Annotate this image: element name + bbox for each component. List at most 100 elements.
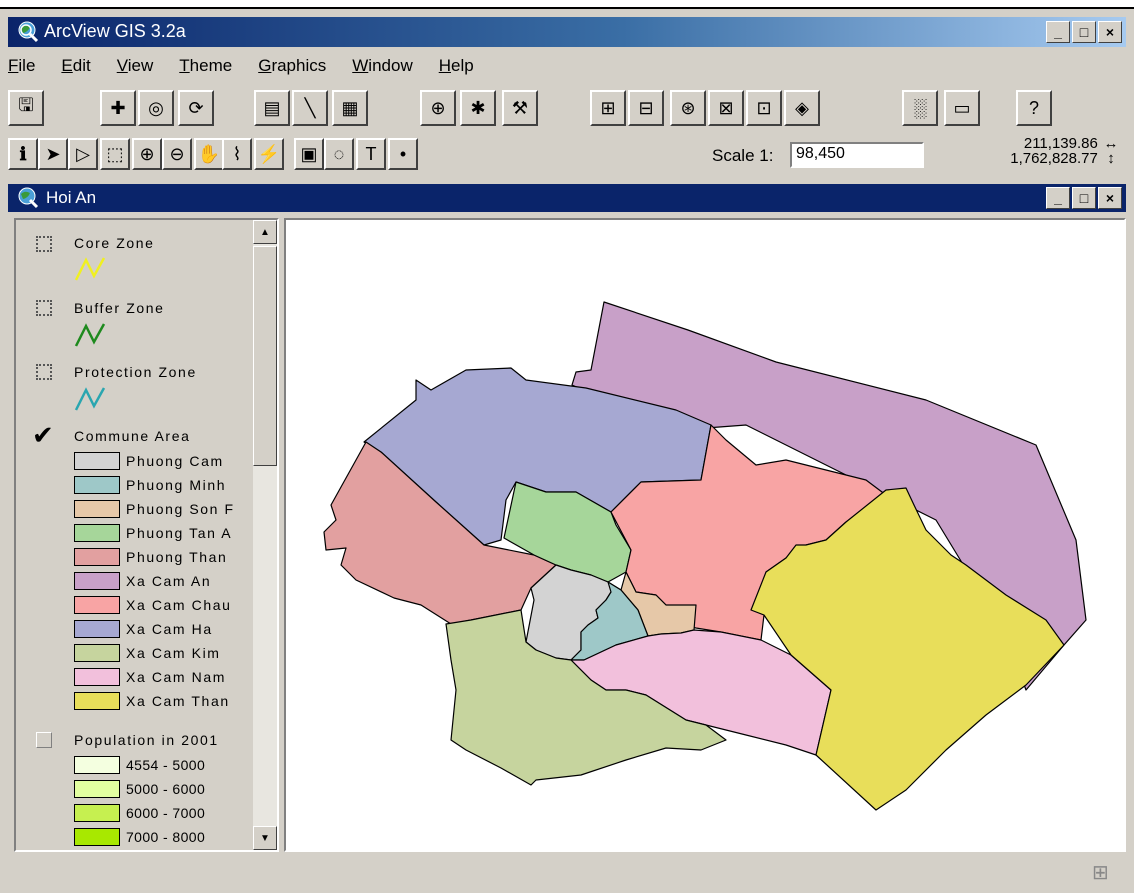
legend-label: Phuong Than	[126, 549, 228, 565]
legend-label: Xa Cam An	[126, 573, 212, 589]
buffer-zone-line	[74, 323, 106, 347]
find-icon[interactable]: ⊕	[420, 90, 456, 126]
legend-swatch	[74, 804, 120, 822]
legend-label: Xa Cam Nam	[126, 669, 227, 685]
theme-visibility-checkbox[interactable]	[36, 364, 52, 380]
text-icon[interactable]: T	[356, 138, 386, 170]
zoom-full-icon[interactable]: ⊞	[590, 90, 626, 126]
query-builder-icon[interactable]: ⚒	[502, 90, 538, 126]
area-of-interest-icon[interactable]: ▣	[294, 138, 324, 170]
legend-swatch	[74, 476, 120, 494]
view-maximize-button[interactable]: □	[1072, 187, 1096, 209]
window-resize-grip-icon[interactable]: ⊞	[1092, 863, 1114, 883]
legend-label: 7000 - 8000	[126, 829, 206, 845]
minimize-button[interactable]: _	[1046, 21, 1070, 43]
layout-icon[interactable]: ▭	[944, 90, 980, 126]
menu-window[interactable]: Window	[352, 56, 412, 82]
legend-label: Xa Cam Chau	[126, 597, 232, 613]
help-icon[interactable]: ?	[1016, 90, 1052, 126]
legend-label: 6000 - 7000	[126, 805, 206, 821]
maximize-button[interactable]: □	[1072, 21, 1096, 43]
legend-class: 5000 - 6000	[74, 780, 274, 800]
pan-icon[interactable]: ✋	[194, 138, 224, 170]
legend-swatch	[74, 548, 120, 566]
zoom-previous-icon[interactable]: ◈	[784, 90, 820, 126]
legend-class: Xa Cam Than	[74, 692, 274, 712]
zoom-in-icon[interactable]: ⊕	[132, 138, 162, 170]
save-icon[interactable]: 🖫	[8, 90, 44, 126]
legend-swatch	[74, 620, 120, 638]
edit-legend-icon[interactable]: ╲	[292, 90, 328, 126]
view-properties-icon[interactable]: ▤	[254, 90, 290, 126]
view-minimize-button[interactable]: _	[1046, 187, 1070, 209]
open-table-icon[interactable]: ▦	[332, 90, 368, 126]
horizontal-arrow-icon: ↔	[1103, 135, 1119, 152]
menu-view[interactable]: View	[117, 56, 154, 82]
legend-swatch	[74, 572, 120, 590]
close-button[interactable]: ×	[1098, 21, 1122, 43]
legend-label: 4554 - 5000	[126, 757, 206, 773]
scroll-up-arrow-icon[interactable]: ▲	[253, 220, 277, 244]
theme-name: Buffer Zone	[74, 300, 165, 316]
pointer-icon[interactable]: ➤	[38, 138, 68, 170]
scroll-thumb[interactable]	[253, 246, 277, 466]
draw-point-icon[interactable]: •	[388, 138, 418, 170]
theme-visibility-checkbox[interactable]	[36, 300, 52, 316]
menu-theme[interactable]: Theme	[179, 56, 232, 82]
menu-edit[interactable]: Edit	[61, 56, 90, 82]
arcview-globe-icon	[18, 21, 39, 43]
scroll-down-arrow-icon[interactable]: ▼	[253, 826, 277, 850]
arcview-window: ArcView GIS 3.2a _ □ × File Edit View Th…	[0, 0, 1134, 893]
menu-help[interactable]: Help	[439, 56, 474, 82]
app-titlebar[interactable]: ArcView GIS 3.2a _ □ ×	[8, 17, 1126, 47]
menu-graphics[interactable]: Graphics	[258, 56, 326, 82]
select-feature-icon[interactable]: ⬚	[100, 138, 130, 170]
refresh-icon[interactable]: ⟳	[178, 90, 214, 126]
protection-zone-line	[74, 387, 106, 411]
map-border-ticks	[1124, 350, 1126, 550]
view-globe-icon	[18, 187, 39, 209]
commune-map	[323, 301, 1126, 811]
legend-class: Phuong Son F	[74, 500, 274, 520]
status-bar: ⊞	[8, 856, 1126, 890]
legend-label: Phuong Cam	[126, 453, 224, 469]
legend-swatch	[74, 644, 120, 662]
legend-label: Xa Cam Than	[126, 693, 230, 709]
vertex-edit-icon[interactable]: ▷	[68, 138, 98, 170]
theme-name: Commune Area	[74, 428, 191, 444]
legend-scrollbar[interactable]: ▲ ▼	[253, 220, 277, 850]
legend-class: Xa Cam An	[74, 572, 274, 592]
add-theme-icon[interactable]: ✚	[100, 90, 136, 126]
zoom-out-fixed-icon[interactable]: ⊡	[746, 90, 782, 126]
zoom-selected-icon[interactable]: ⊛	[670, 90, 706, 126]
legend-class: Xa Cam Ha	[74, 620, 274, 640]
view-titlebar[interactable]: Hoi An _ □ ×	[8, 184, 1126, 212]
scale-input[interactable]: 98,450	[790, 142, 924, 168]
label-icon[interactable]: ◌	[324, 138, 354, 170]
legend-class: Phuong Minh	[74, 476, 274, 496]
theme-visibility-checkbox[interactable]	[36, 236, 52, 252]
legend-class: 6000 - 7000	[74, 804, 274, 824]
legend-class: Phuong Tan A	[74, 524, 274, 544]
zoom-active-icon[interactable]: ⊟	[628, 90, 664, 126]
checkmark-icon[interactable]: ✔	[32, 422, 54, 448]
select-none-icon[interactable]: ░	[902, 90, 938, 126]
measure-icon[interactable]: ⌇	[222, 138, 252, 170]
hotlink-icon[interactable]: ⚡	[254, 138, 284, 170]
locate-icon[interactable]: ✱	[460, 90, 496, 126]
vertical-arrow-icon: ↕	[1107, 150, 1115, 167]
zoom-out-icon[interactable]: ⊖	[162, 138, 192, 170]
identify-icon[interactable]: ℹ	[8, 138, 38, 170]
theme-name: Population in 2001	[74, 732, 219, 748]
legend-label: Phuong Minh	[126, 477, 227, 493]
legend-class: Xa Cam Nam	[74, 668, 274, 688]
view-close-button[interactable]: ×	[1098, 187, 1122, 209]
map-display[interactable]	[284, 218, 1126, 852]
legend-swatch	[74, 828, 120, 846]
legend-class: 4554 - 5000	[74, 756, 274, 776]
zoom-in-fixed-icon[interactable]: ⊠	[708, 90, 744, 126]
menu-file[interactable]: File	[8, 56, 35, 82]
theme-visibility-checkbox[interactable]	[36, 732, 52, 748]
theme-properties-icon[interactable]: ◎	[138, 90, 174, 126]
legend-class: Xa Cam Kim	[74, 644, 274, 664]
